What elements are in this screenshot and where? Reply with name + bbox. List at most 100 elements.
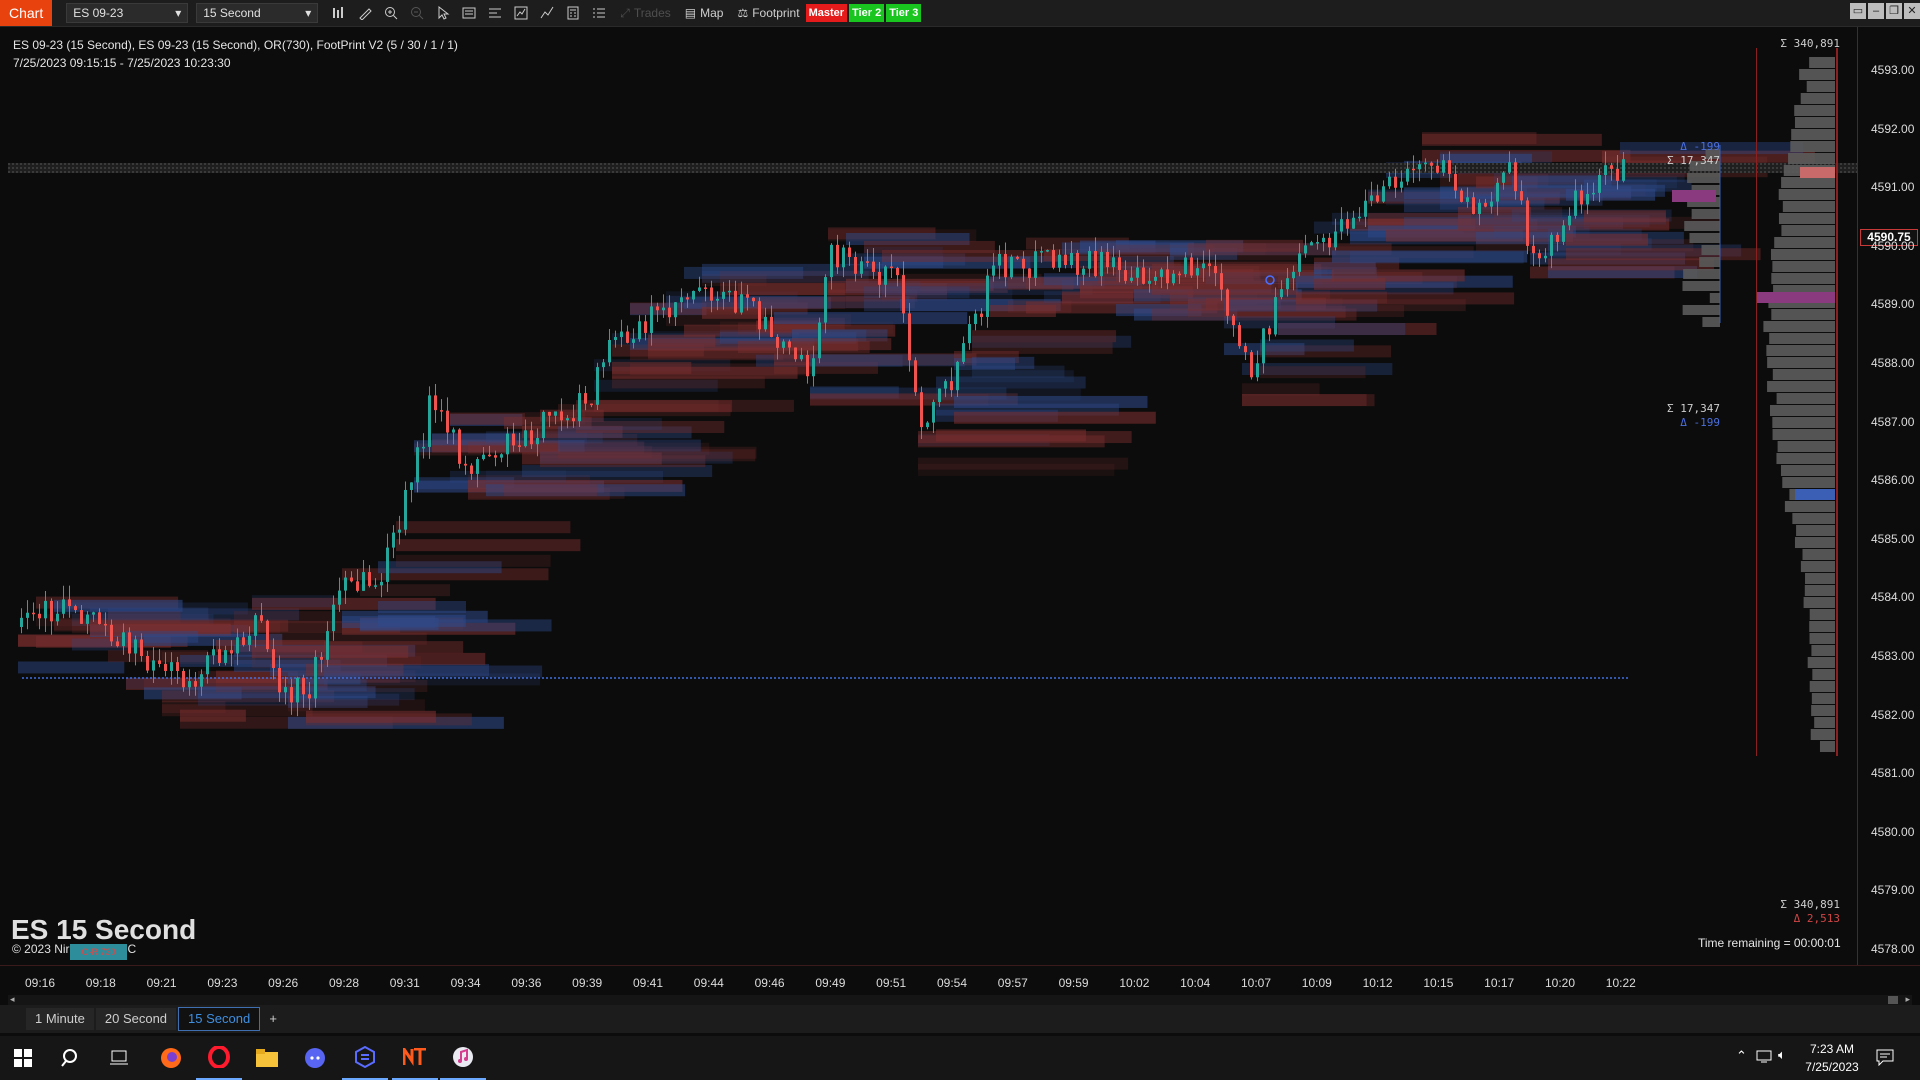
tab-1-minute[interactable]: 1 Minute (26, 1008, 94, 1030)
heat-block (504, 484, 597, 497)
opera-icon[interactable] (196, 1036, 242, 1080)
candle-body (638, 321, 641, 340)
time-tick: 10:04 (1180, 976, 1211, 990)
app-hexagon-icon[interactable] (342, 1036, 388, 1080)
add-tab-icon[interactable]: + (262, 1008, 284, 1030)
data-box-icon[interactable] (458, 3, 480, 23)
trades-button[interactable]: ⤢ Trades (620, 6, 671, 21)
discord-icon[interactable] (292, 1036, 338, 1080)
candle-body (1388, 176, 1391, 187)
calculator-icon[interactable] (562, 3, 584, 23)
indicators-icon[interactable] (536, 3, 558, 23)
price-tick: 4586.00 (1871, 473, 1915, 488)
restore-icon[interactable]: ❐ (1886, 3, 1902, 19)
candle-body (908, 313, 911, 361)
time-tick: 09:49 (815, 976, 846, 990)
candle-body (728, 290, 731, 293)
chart-menu-button[interactable]: Chart (0, 0, 53, 26)
file-explorer-icon[interactable] (244, 1036, 290, 1080)
profile-bar (1772, 417, 1835, 428)
candle-body (1106, 251, 1109, 268)
notifications-icon[interactable] (1876, 1048, 1894, 1071)
candle-body (776, 336, 779, 348)
candle-body (572, 418, 575, 422)
minimize-icon[interactable]: – (1868, 3, 1884, 19)
instrument-selector[interactable]: ES 09-23 ▾ (66, 3, 189, 23)
map-button[interactable]: ▤ Map (685, 6, 724, 20)
close-icon[interactable]: ✕ (1904, 3, 1920, 19)
profile-bar (1807, 657, 1835, 668)
candle-body (1226, 289, 1229, 316)
heat-block (1260, 366, 1366, 379)
heat-block (252, 595, 334, 608)
price-chart[interactable] (8, 27, 1857, 965)
candle-body (422, 446, 425, 449)
candle-body (50, 600, 53, 622)
zoom-out-icon[interactable] (406, 3, 428, 23)
candle-body (1148, 280, 1151, 284)
box-profile-bar (1699, 257, 1720, 267)
candle-body (158, 660, 161, 664)
candle-body (626, 331, 629, 343)
taskbar-clock[interactable]: 7:23 AM 7/25/2023 (1792, 1040, 1872, 1076)
network-icon[interactable] (1756, 1048, 1772, 1069)
firefox-icon[interactable] (148, 1036, 194, 1080)
windows-start-icon[interactable] (0, 1036, 46, 1080)
candle-body (1196, 268, 1199, 276)
scroll-left-icon[interactable]: ◂ (10, 994, 15, 1005)
interval-selector[interactable]: 15 Second ▾ (196, 3, 319, 23)
chevron-up-icon[interactable]: ⌃ (1736, 1048, 1747, 1064)
candle-body (692, 290, 695, 300)
horizontal-scrollbar[interactable]: ◂ ▸ (8, 994, 1912, 1005)
candle-body (662, 307, 665, 311)
list-icon[interactable] (588, 3, 610, 23)
candle-body (266, 620, 269, 650)
scroll-right-icon[interactable]: ▸ (1905, 994, 1910, 1005)
heat-block (954, 411, 1156, 424)
properties-icon[interactable] (484, 3, 506, 23)
heat-block (1278, 323, 1406, 336)
heat-block (324, 641, 464, 654)
task-view-icon[interactable] (96, 1036, 142, 1080)
bars-style-icon[interactable] (328, 3, 350, 23)
tier3-button[interactable]: Tier 3 (886, 4, 922, 22)
candle-body (722, 291, 725, 299)
or-indicator-tag: O-R 730 (70, 944, 127, 960)
candle-body (488, 454, 491, 457)
itunes-icon[interactable] (440, 1036, 486, 1080)
price-tick: 4589.00 (1871, 297, 1915, 312)
candle-body (968, 324, 971, 344)
box-profile-bar (1691, 209, 1720, 219)
profile-bar (1771, 273, 1835, 284)
trades-label: Trades (633, 6, 671, 20)
candle-body (1040, 251, 1043, 253)
candle-body (1382, 186, 1385, 202)
candle-body (1604, 165, 1607, 176)
candle-body (866, 261, 869, 263)
candle-body (1064, 254, 1067, 266)
tile-icon[interactable]: ▭ (1850, 3, 1866, 19)
candle-body (1454, 173, 1457, 191)
heat-block (1584, 179, 1657, 192)
search-icon[interactable] (48, 1036, 94, 1080)
tab-20-second[interactable]: 20 Second (95, 1008, 177, 1030)
price-axis[interactable]: 4590.75 4593.00 4592.00 4591.00 4590.00 4589… (1857, 27, 1920, 965)
candle-body (980, 313, 983, 317)
tab-15-second[interactable]: 15 Second (178, 1007, 261, 1031)
time-axis[interactable]: 09:16 09:18 09:21 09:23 09:26 09:28 09:31 09:34… (0, 965, 1920, 996)
footprint-button[interactable]: ⚖ Footprint (737, 6, 799, 20)
candle-body (1154, 276, 1157, 281)
zoom-in-icon[interactable] (380, 3, 402, 23)
candle-body (710, 287, 713, 301)
candle-body (1088, 250, 1091, 269)
volume-icon[interactable]: 🔈︎ (1778, 1047, 1786, 1063)
ninjatrader-icon[interactable] (392, 1036, 438, 1080)
candle-body (254, 615, 257, 636)
strategies-icon[interactable] (510, 3, 532, 23)
pencil-icon[interactable] (354, 3, 376, 23)
candle-body (944, 381, 947, 389)
tier2-button[interactable]: Tier 2 (849, 4, 885, 22)
scrollbar-thumb[interactable] (1888, 996, 1898, 1004)
pointer-icon[interactable] (432, 3, 454, 23)
master-button[interactable]: Master (805, 4, 848, 22)
